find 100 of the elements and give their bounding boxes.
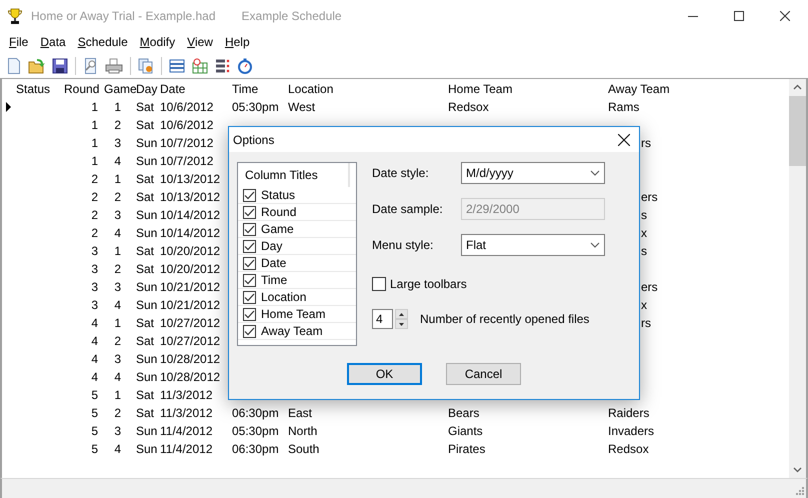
table-cell: 3 [91, 280, 98, 294]
table-cell: Sun [136, 298, 158, 312]
menu-item[interactable]: File [3, 33, 34, 51]
table-cell: 10/28/2012 [160, 352, 220, 366]
column-header[interactable]: Location [288, 82, 334, 96]
scrollbar-thumb[interactable] [789, 96, 806, 166]
dialog-button[interactable]: Cancel [446, 363, 521, 385]
save-icon[interactable] [52, 58, 68, 74]
table-cell: 11/4/2012 [160, 424, 212, 438]
size-grip-icon[interactable] [795, 486, 805, 496]
table-cell: Sun [136, 370, 158, 384]
column-checkbox[interactable]: Status [238, 187, 356, 204]
dropdown[interactable]: Flat [461, 234, 605, 256]
table-cell: Sat [136, 388, 154, 402]
table-cell: rs [641, 136, 651, 150]
column-header[interactable]: Time [232, 82, 258, 96]
table-cell: 1 [114, 100, 121, 114]
column-header[interactable]: Date [160, 82, 186, 96]
checkbox[interactable] [243, 256, 256, 270]
menu-item[interactable]: Modify [134, 33, 182, 51]
checkbox[interactable] [243, 206, 256, 218]
table-cell: 3 [114, 424, 121, 438]
table-cell: South [288, 442, 320, 456]
input-field: 2/29/2000 [461, 198, 605, 220]
maximize-icon [734, 10, 744, 20]
checkbox[interactable] [243, 324, 256, 338]
table-cell: 4 [114, 226, 121, 240]
large-toolbars-checkbox[interactable]: Large toolbars [372, 276, 467, 292]
checkbox[interactable] [243, 308, 256, 320]
field-label: Menu style: [372, 238, 434, 252]
checkbox[interactable] [372, 277, 386, 291]
table-cell: 3 [91, 298, 98, 312]
table-cell: x [641, 298, 647, 312]
checkbox[interactable] [243, 188, 256, 202]
table-cell: Sat [136, 118, 154, 132]
dialog-title: Options [233, 132, 274, 146]
column-header[interactable]: Round [64, 82, 100, 96]
table-cell: 2 [91, 190, 98, 204]
checkbox[interactable] [243, 222, 256, 236]
table-cell: Sun [136, 352, 158, 366]
column-header[interactable]: Game [100, 82, 137, 96]
table-cell: 3 [114, 136, 121, 150]
menu-item[interactable]: View [181, 33, 219, 51]
number-field[interactable]: 4 [372, 309, 393, 329]
print-preview-icon[interactable] [83, 58, 99, 74]
column-checkbox[interactable]: Game [238, 221, 356, 238]
table-cell: 3 [91, 244, 98, 258]
table-cell: Sun [136, 226, 158, 240]
table-cell: 4 [91, 334, 98, 348]
caret-icon [590, 170, 600, 176]
table-cell: 2 [91, 226, 98, 240]
table-cell: Sat [136, 100, 154, 114]
column-header[interactable]: Status [16, 82, 50, 96]
column-checkbox[interactable]: Location [238, 289, 356, 306]
table-cell: 4 [114, 154, 121, 168]
checkbox[interactable] [243, 274, 256, 286]
table-cell: 10/7/2012 [160, 136, 214, 150]
table-cell: Sat [136, 406, 154, 420]
checklist-icon[interactable] [215, 58, 231, 74]
window-title: Home or Away Trial - Example.had [31, 8, 216, 22]
table-cell: ers [641, 190, 658, 204]
table-cell: 2 [114, 334, 121, 348]
table-cell: Sat [136, 316, 154, 330]
table-cell: 1 [91, 154, 98, 168]
down-arrow-icon [399, 322, 404, 326]
column-header[interactable]: Away Team [608, 82, 670, 96]
column-checkbox[interactable]: Day [238, 238, 356, 255]
column-checkbox[interactable]: Date [238, 255, 356, 272]
column-checkbox[interactable]: Round [238, 204, 356, 221]
rows-icon[interactable] [169, 58, 185, 74]
menu-item[interactable]: Help [218, 33, 256, 51]
column-checkbox[interactable]: Home Team [238, 306, 356, 323]
menu-item[interactable]: Schedule [72, 33, 134, 51]
checkbox[interactable] [243, 240, 256, 252]
column-checkbox[interactable]: Time [238, 272, 356, 289]
column-header[interactable]: Home Team [448, 82, 512, 96]
table-cell: 10/27/2012 [160, 334, 220, 348]
spin-up-button[interactable] [395, 309, 408, 319]
new-document-icon[interactable] [6, 58, 22, 74]
table-cell: 10/13/2012 [160, 190, 220, 204]
grid-search-icon[interactable] [191, 58, 209, 74]
table-cell: 4 [91, 316, 98, 330]
spin-down-button[interactable] [395, 319, 408, 329]
table-cell: 05:30pm [232, 100, 279, 114]
table-cell: North [288, 424, 318, 438]
table-cell: 11/4/2012 [160, 442, 212, 456]
up-arrow-icon [399, 312, 404, 316]
printer-icon[interactable] [105, 58, 123, 74]
open-folder-icon[interactable] [28, 58, 46, 74]
table-cell: x [641, 226, 647, 240]
stopwatch-icon[interactable] [237, 58, 253, 74]
menu-item[interactable]: Data [34, 33, 72, 51]
table-cell: 06:30pm [232, 442, 279, 456]
column-checkbox[interactable]: Away Team [238, 323, 356, 340]
table-cell: Redsox [608, 442, 649, 456]
table-cell: Sun [136, 154, 158, 168]
dropdown[interactable]: M/d/yyyy [461, 162, 605, 184]
table-cell: 1 [91, 118, 98, 132]
dialog-button[interactable]: OK [347, 363, 422, 385]
checkbox[interactable] [243, 290, 256, 304]
